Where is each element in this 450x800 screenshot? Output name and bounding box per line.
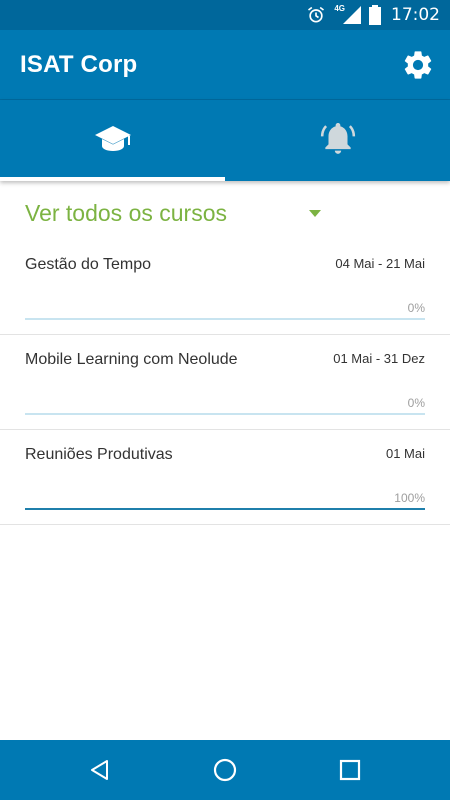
signal-icon: 4G — [334, 3, 361, 24]
alarm-icon — [306, 5, 326, 25]
course-progress-label: 0% — [407, 396, 425, 410]
course-progress-label: 0% — [407, 301, 425, 315]
course-progress-bar — [25, 318, 425, 320]
course-name: Mobile Learning com Neolude — [25, 351, 238, 368]
course-progress-label: 100% — [394, 491, 425, 505]
status-time: 17:02 — [391, 5, 440, 25]
course-dates: 01 Mai - 31 Dez — [333, 351, 425, 366]
tab-courses[interactable] — [0, 100, 225, 181]
tab-notifications[interactable] — [225, 100, 450, 181]
gear-icon[interactable] — [400, 47, 436, 83]
course-progress-fill — [25, 508, 425, 510]
course-list: Gestão do Tempo 04 Mai - 21 Mai 0% Mobil… — [0, 240, 450, 525]
recents-icon[interactable] — [320, 740, 380, 800]
course-name: Reuniões Produtivas — [25, 446, 173, 463]
graduation-cap-icon — [93, 122, 133, 159]
network-type: 4G — [334, 3, 345, 13]
course-filter-label: Ver todos os cursos — [25, 199, 227, 226]
dropdown-caret-icon — [309, 209, 321, 217]
back-icon[interactable] — [70, 740, 130, 800]
course-filter-dropdown[interactable]: Ver todos os cursos — [25, 196, 325, 230]
course-item[interactable]: Mobile Learning com Neolude 01 Mai - 31 … — [0, 335, 450, 430]
battery-icon — [369, 5, 381, 25]
app-title: ISAT Corp — [20, 50, 138, 78]
system-nav-bar — [0, 740, 450, 800]
status-bar: 4G 17:02 — [0, 0, 450, 30]
course-progress-bar — [25, 508, 425, 510]
course-dates: 01 Mai — [385, 446, 425, 461]
bell-icon — [319, 119, 357, 162]
course-progress-bar — [25, 413, 425, 415]
tab-bar — [0, 100, 450, 181]
course-item[interactable]: Gestão do Tempo 04 Mai - 21 Mai 0% — [0, 240, 450, 335]
app-bar: ISAT Corp — [0, 30, 450, 100]
home-icon[interactable] — [195, 740, 255, 800]
course-name: Gestão do Tempo — [25, 256, 152, 273]
course-item[interactable]: Reuniões Produtivas 01 Mai 100% — [0, 430, 450, 525]
course-dates: 04 Mai - 21 Mai — [335, 256, 425, 271]
